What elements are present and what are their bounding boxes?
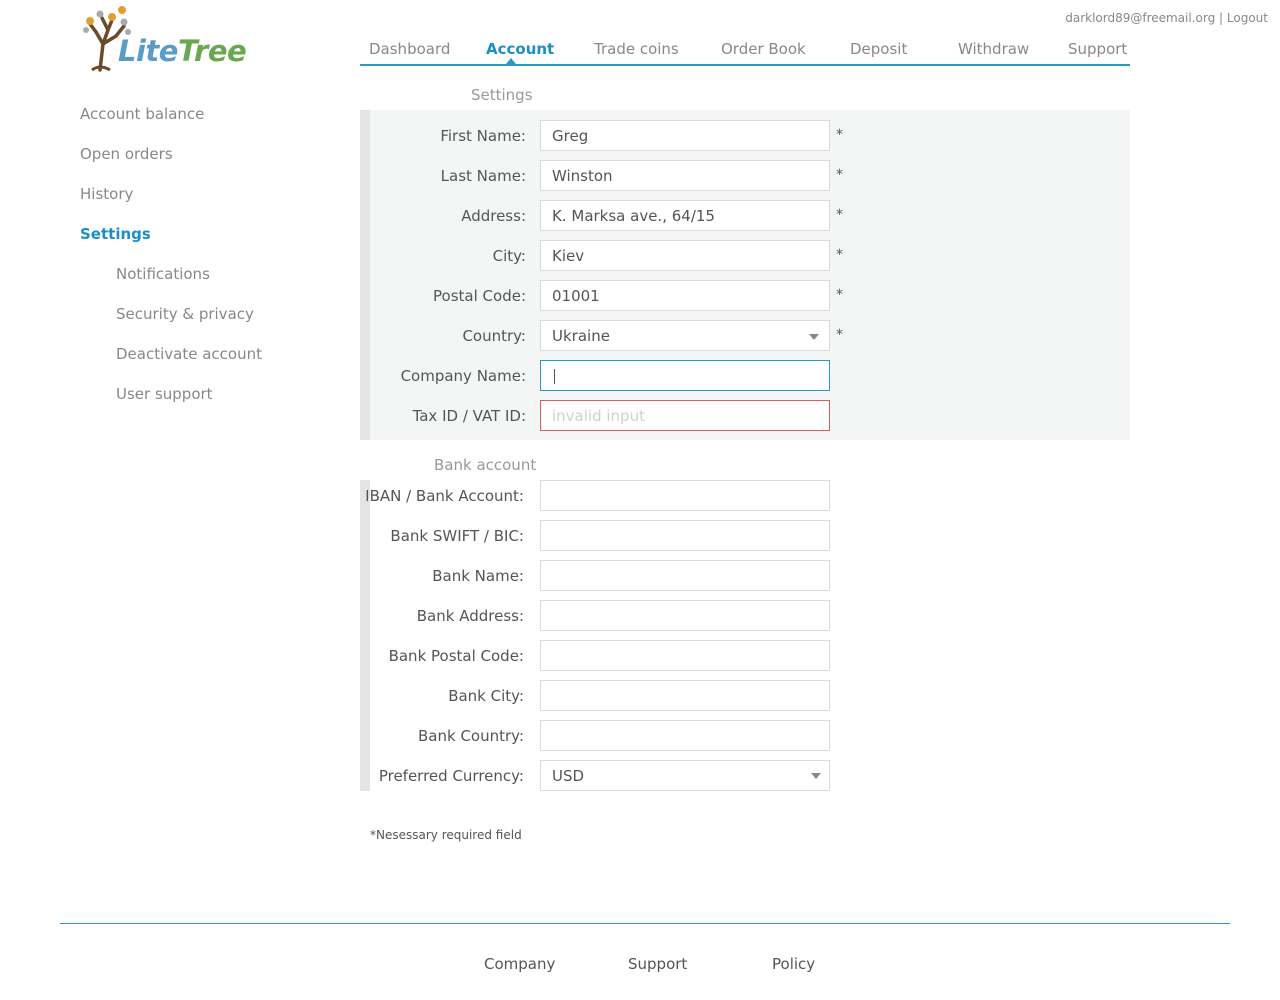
bank-city-label: Bank City: [448,687,524,705]
logo[interactable]: LiteTree [78,4,247,74]
sidebar-item-settings[interactable]: Settings [80,225,151,243]
city-field[interactable] [540,240,830,271]
company-name-field[interactable] [540,360,830,391]
required-mark: * [836,287,843,303]
tab-deposit[interactable]: Deposit [850,40,907,58]
country-label: Country: [462,327,526,345]
tab-withdraw[interactable]: Withdraw [958,40,1029,58]
required-footnote: *Nesessary required field [370,828,522,842]
user-email[interactable]: darklord89@freemail.org [1065,11,1215,25]
required-mark: * [836,127,843,143]
bank-country-label: Bank Country: [418,727,524,745]
postal-code-field[interactable] [540,280,830,311]
swift-field[interactable] [540,520,830,551]
currency-select[interactable]: USD [540,760,830,791]
bank-country-field[interactable] [540,720,830,751]
panel-bar [360,110,370,440]
footer-link-support[interactable]: Support [628,955,687,973]
tax-id-label: Tax ID / VAT ID: [412,407,526,425]
brand-name: LiteTree [118,34,247,68]
bank-panel [360,480,370,791]
last-name-field[interactable] [540,160,830,191]
country-selected-value: Ukraine [552,327,610,345]
company-name-label: Company Name: [400,367,526,385]
footer-link-policy[interactable]: Policy [772,955,815,973]
sidebar-item-account-balance[interactable]: Account balance [80,105,204,123]
swift-label: Bank SWIFT / BIC: [390,527,524,545]
bank-postal-field[interactable] [540,640,830,671]
iban-field[interactable] [540,480,830,511]
settings-section-title: Settings [471,86,533,104]
logout-link[interactable]: Logout [1227,11,1268,25]
tab-account[interactable]: Account [486,40,554,58]
bank-postal-label: Bank Postal Code: [388,647,524,665]
currency-selected-value: USD [552,767,585,785]
required-mark: * [836,247,843,263]
bank-section-title: Bank account [434,456,537,474]
bank-name-label: Bank Name: [432,567,524,585]
active-tab-indicator [506,58,516,64]
first-name-label: First Name: [440,127,526,145]
bank-city-field[interactable] [540,680,830,711]
currency-label: Preferred Currency: [378,767,524,785]
postal-code-label: Postal Code: [433,287,526,305]
sidebar-item-open-orders[interactable]: Open orders [80,145,173,163]
tab-trade-coins[interactable]: Trade coins [594,40,679,58]
iban-label: IBAN / Bank Account: [365,487,524,505]
city-label: City: [492,247,526,265]
brand-tree: Tree [177,34,247,68]
country-select[interactable]: Ukraine [540,320,830,351]
text-cursor [554,369,555,384]
footer-divider [60,923,1230,924]
last-name-label: Last Name: [440,167,526,185]
sidebar-item-security[interactable]: Security & privacy [116,305,254,323]
footer-link-company[interactable]: Company [484,955,555,973]
sidebar-item-deactivate[interactable]: Deactivate account [116,345,262,363]
chevron-down-icon [811,773,821,779]
sidebar-item-history[interactable]: History [80,185,133,203]
required-mark: * [836,167,843,183]
tab-support[interactable]: Support [1068,40,1127,58]
panel-bar [360,480,370,791]
bank-name-field[interactable] [540,560,830,591]
address-label: Address: [461,207,526,225]
address-field[interactable] [540,200,830,231]
required-mark: * [836,327,843,343]
first-name-field[interactable] [540,120,830,151]
user-separator: | [1215,11,1227,25]
user-box: darklord89@freemail.org | Logout [1065,11,1268,25]
brand-lite: Lite [118,34,178,68]
tab-order-book[interactable]: Order Book [721,40,806,58]
sidebar-item-user-support[interactable]: User support [116,385,213,403]
sidebar-item-notifications[interactable]: Notifications [116,265,210,283]
top-nav: Dashboard Account Trade coins Order Book… [360,36,1130,66]
bank-address-label: Bank Address: [416,607,524,625]
tab-dashboard[interactable]: Dashboard [369,40,450,58]
tax-id-field[interactable] [540,400,830,431]
bank-address-field[interactable] [540,600,830,631]
chevron-down-icon [809,334,819,340]
required-mark: * [836,207,843,223]
